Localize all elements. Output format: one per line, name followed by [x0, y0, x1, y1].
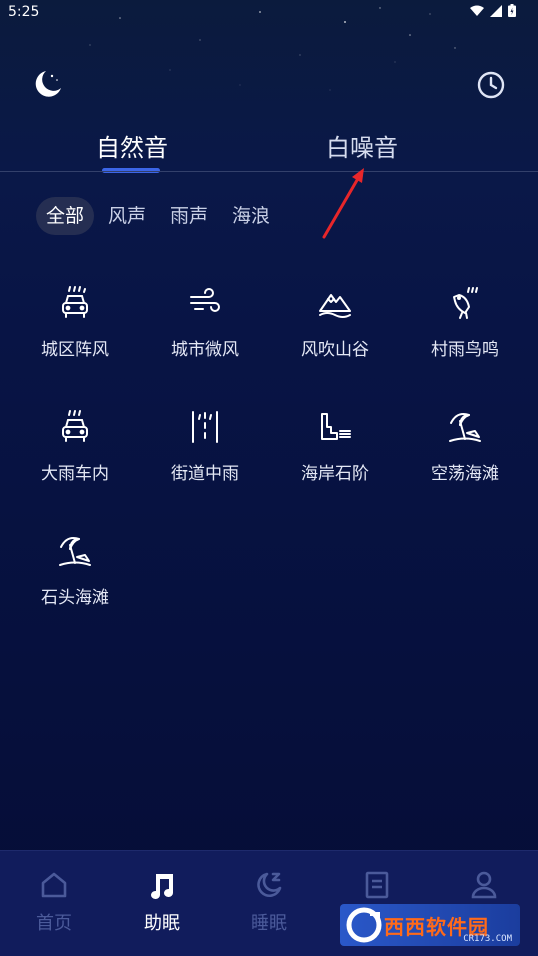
sound-item[interactable]: 城区阵风	[10, 285, 140, 385]
moon-logo-icon	[35, 71, 61, 97]
filter-chips: 全部 风声 雨声 海浪	[36, 197, 280, 235]
tabs-divider	[0, 171, 538, 172]
stairs-icon	[321, 413, 351, 440]
battery-icon	[508, 4, 516, 17]
sound-item[interactable]: 空荡海滩	[400, 409, 530, 509]
sound-label: 城市微风	[171, 340, 239, 360]
red-arrow-annotation	[322, 168, 364, 239]
nav-item-home[interactable]: 首页	[0, 869, 108, 935]
sound-item[interactable]: 村雨鸟鸣	[400, 285, 530, 385]
filter-chip-rain[interactable]: 雨声	[160, 197, 218, 235]
filter-chip-wind[interactable]: 风声	[98, 197, 156, 235]
sound-item[interactable]: 海岸石阶	[270, 409, 400, 509]
sound-item[interactable]: 风吹山谷	[270, 285, 400, 385]
nav-item-sleep-aid[interactable]: 助眠	[108, 869, 216, 935]
filter-chip-waves[interactable]: 海浪	[222, 197, 280, 235]
sound-item[interactable]: 街道中雨	[140, 409, 270, 509]
nav-label: 睡眠	[251, 913, 287, 934]
wind-icon	[190, 288, 220, 312]
sound-label: 石头海滩	[41, 588, 109, 608]
sound-label: 街道中雨	[171, 464, 239, 484]
home-icon	[41, 872, 67, 898]
sound-label: 海岸石阶	[301, 464, 369, 484]
watermark-logo-icon	[346, 907, 382, 943]
sound-item[interactable]: 城市微风	[140, 285, 270, 385]
sound-item[interactable]: 大雨车内	[10, 409, 140, 509]
sound-item[interactable]: 石头海滩	[10, 533, 140, 633]
nav-label: 首页	[36, 913, 72, 934]
street-rain-icon	[192, 411, 218, 443]
status-time: 5:25	[8, 4, 40, 20]
nav-label: 助眠	[144, 913, 180, 934]
signal-icon	[490, 4, 502, 17]
car-rain-icon	[62, 286, 88, 318]
sound-label: 城区阵风	[41, 340, 109, 360]
clock-icon[interactable]	[476, 70, 506, 100]
filter-chip-all[interactable]: 全部	[36, 197, 95, 235]
beach-umbrella-icon	[59, 537, 91, 566]
bird-rain-icon	[453, 287, 478, 319]
nav-item-sleep[interactable]: 睡眠	[215, 869, 323, 935]
moon-z-icon	[257, 872, 282, 897]
tab-nature-sounds[interactable]: 自然音	[62, 128, 202, 163]
car-rain-icon	[62, 410, 88, 442]
mountain-icon	[319, 294, 351, 318]
sound-label: 大雨车内	[41, 464, 109, 484]
user-icon	[471, 871, 497, 899]
watermark-url: CR173.COM	[463, 934, 512, 944]
sound-label: 空荡海滩	[431, 464, 499, 484]
report-icon	[365, 871, 389, 899]
music-note-icon	[151, 874, 173, 899]
sound-label: 村雨鸟鸣	[431, 340, 499, 360]
site-watermark: 西西软件园 CR173.COM	[340, 904, 520, 946]
wifi-icon	[470, 5, 484, 16]
sound-label: 风吹山谷	[301, 340, 369, 360]
beach-umbrella-icon	[449, 413, 481, 442]
sound-category-tabs: 自然音 白噪音	[0, 128, 538, 173]
tab-white-noise[interactable]: 白噪音	[292, 128, 432, 163]
status-bar: 5:25	[0, 0, 538, 24]
